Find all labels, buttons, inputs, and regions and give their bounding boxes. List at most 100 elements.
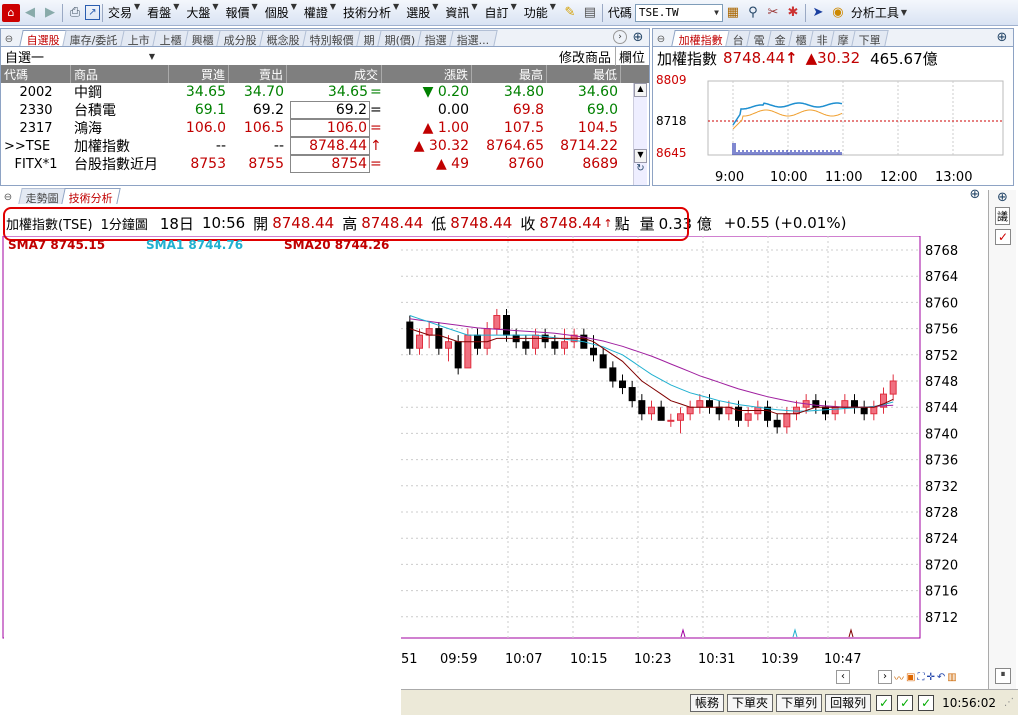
column-header-6[interactable]: 最高 [472,65,547,83]
edit-products-button[interactable]: 修改商品 [559,47,611,66]
quote-tab-7[interactable]: 特別報價 [302,30,362,46]
table-row[interactable]: 2002 中鋼 34.65 34.70 34.65 = ▼ 0.20 34.80 34.60 [1,83,649,101]
status-button-1[interactable]: 下單夾 [727,693,774,712]
quote-tab-0[interactable]: 自選股 [19,30,68,46]
menu-4[interactable]: 個股 [262,2,292,24]
collapse-icon[interactable]: ⊖ [3,32,15,46]
candle-body [619,380,626,389]
menu-3[interactable]: 報價 [223,2,253,24]
menu-5[interactable]: 權證 [301,2,331,24]
menu-1[interactable]: 看盤 [144,2,174,24]
chart-tabs: ⊖ 走勢圖 技術分析 ⊕ [0,188,986,204]
forward-arrow-icon[interactable]: ▶ [40,3,60,23]
table-row[interactable]: >>TSE 加權指數 -- -- 8748.44 ↑ ▲ 30.32 8764.65 8714.… [1,137,649,155]
table-row[interactable]: 2330 台積電 69.1 69.2 69.2 = 0.00 69.8 69.0 [1,101,649,119]
analysis-tools-menu[interactable]: 分析工具 ▼ [848,2,910,24]
checkbox-2[interactable]: ✓ [897,694,914,711]
collapse-icon[interactable]: ⊖ [2,190,14,204]
home-icon[interactable]: ⌂ [2,3,20,22]
quote-tab-5[interactable]: 成分股 [216,30,265,46]
scroll-right-icon[interactable]: › [878,670,892,684]
candle-body [706,400,713,408]
menu-8[interactable]: 資訊 [442,2,472,24]
refresh-icon[interactable]: ↻ [634,163,647,177]
candle-body [870,406,878,415]
row-last: 8754 = [287,155,382,173]
back-arrow-icon[interactable]: ◀ [20,3,40,23]
column-header-5[interactable]: 漲跌 [382,65,472,83]
checkbox-1[interactable]: ✓ [876,694,893,711]
column-header-3[interactable]: 賣出 [229,65,287,83]
chart-style-icon[interactable]: 〰 [894,670,904,685]
bar-chart-icon[interactable]: ▥ [947,672,956,683]
checkbox-3[interactable]: ✓ [918,694,935,711]
tool-icon[interactable]: ✂ [763,3,783,23]
zoom-in-icon[interactable]: ⛶ [917,672,924,683]
quote-tab-9[interactable]: 期(價) [377,30,424,46]
scroll-tabs-icon[interactable]: › [613,30,627,44]
candle-body [551,341,559,349]
analysis-icon[interactable]: ◉ [828,3,848,23]
chevron-down-icon: ▼ [471,1,478,11]
status-button-3[interactable]: 回報列 [825,693,872,712]
quote-tab-1[interactable]: 庫存/委託 [62,30,126,46]
index-tab-7[interactable]: 下單 [851,30,889,46]
columns-button[interactable]: 欄位 [614,46,645,66]
print-icon[interactable]: ⎙ [65,3,85,23]
menu-10[interactable]: 功能 [521,2,551,24]
collapse-icon[interactable]: ⊖ [655,32,667,46]
menu-6[interactable]: 技術分析 [340,2,394,24]
side-scroll-handle[interactable]: ⏸ [995,668,1011,684]
up-triangle-icon: ▲ [435,156,452,172]
column-header-0[interactable]: 代碼 [1,65,71,83]
popout-icon[interactable]: ↗ [85,5,100,20]
scroll-down-icon[interactable]: ▼ [634,149,647,163]
table-row[interactable]: 2317 鴻海 106.0 106.5 106.0 = ▲ 1.00 107.5 104.5 [1,119,649,137]
index-tab-0[interactable]: 加權指數 [671,30,731,46]
column-header-7[interactable]: 最低 [547,65,621,83]
quote-tab-6[interactable]: 概念股 [259,30,308,46]
checkbox-icon[interactable]: ✓ [995,229,1011,245]
chart-tab-0[interactable]: 走勢圖 [18,188,67,204]
menu-9[interactable]: 自訂 [482,2,512,24]
stock-icon[interactable]: ▦ [723,3,743,23]
scroll-up-icon[interactable]: ▲ [634,83,647,97]
index-tab-label: 金 [774,34,786,47]
chart-tab-1[interactable]: 技術分析 [61,188,121,204]
undo-icon[interactable]: ↶ [937,672,945,683]
scroll-left-icon[interactable]: ‹ [836,670,850,684]
search-icon[interactable]: ⚲ [743,3,763,23]
status-button-0[interactable]: 帳務 [690,693,725,712]
zoom-icon[interactable]: ⊕ [994,29,1010,45]
y-tick: 8768 [925,244,958,259]
resize-grip-icon[interactable]: ⋰ [1004,697,1014,708]
alert-icon[interactable]: ✱ [783,3,803,23]
calendar-icon[interactable]: ▣ [906,672,915,683]
quote-panel: ⊖ 自選股 庫存/委託 上市 上櫃 興櫃 成分股 概念股 特別報價期期(價) 指選 指選... ›… [0,28,650,186]
quote-tab-11[interactable]: 指選... [449,30,498,46]
zoom-icon[interactable]: ⊕ [989,190,1016,205]
column-header-4[interactable]: 成交 [287,65,382,83]
row-last-value: 8748.44 [290,137,370,155]
menu-7[interactable]: 選股 [403,2,433,24]
zoom-icon[interactable]: ⊕ [967,188,983,202]
row-high: 34.80 [503,84,544,100]
quote-scrollbar[interactable]: ▲ ▼ ↻ [633,83,647,185]
column-header-1[interactable]: 商品 [71,65,169,83]
pen-icon[interactable]: ✎ [560,3,580,23]
clipboard-icon[interactable]: ▤ [580,3,600,23]
menu-2[interactable]: 大盤 [183,2,213,24]
table-row[interactable]: FITX*1 台股指數近月 8753 8755 8754 = ▲ 49 8760 8689 [1,155,649,173]
crosshair-icon[interactable]: ✛ [926,672,934,683]
side-panel-tab[interactable]: 議 [995,207,1010,225]
group-select[interactable]: 自選一 ▼ [5,47,155,66]
zoom-icon[interactable]: ⊕ [630,29,646,45]
code-combobox[interactable]: TSE.TW ▼ [634,3,723,22]
candle-body [812,400,820,408]
menu-0[interactable]: 交易 [105,2,135,24]
status-button-2[interactable]: 下單列 [776,693,823,712]
cursor-icon[interactable]: ➤ [808,3,828,23]
chevron-down-icon[interactable]: ▼ [714,8,719,17]
column-header-2[interactable]: 買進 [169,65,229,83]
chart-tab-strip: 走勢圖 技術分析 [18,188,121,204]
